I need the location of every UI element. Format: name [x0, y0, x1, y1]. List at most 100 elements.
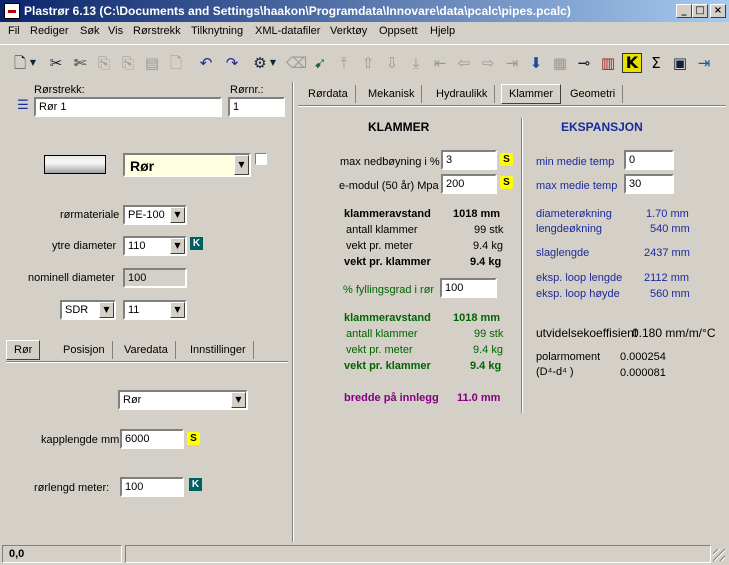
tab-innstillinger[interactable]: Innstillinger [183, 341, 254, 359]
menu-hjelp[interactable]: Hjelp [430, 25, 455, 37]
arrow-first-icon[interactable]: ⇤ [430, 53, 450, 73]
eraser-icon[interactable]: ⌫ [286, 53, 307, 73]
utvidelse-label: utvidelsekoeffisient [536, 326, 638, 340]
paste-icon[interactable]: ⎘ [118, 53, 138, 73]
list-icon[interactable]: ☰ [14, 96, 32, 116]
exit-icon[interactable]: ⇥ [694, 53, 714, 73]
bredde-innlegg-label: bredde på innlegg [344, 392, 439, 404]
new-dropdown-icon[interactable]: ▼ [28, 53, 38, 73]
sdr-value: 11 [128, 304, 140, 316]
tab-geometri[interactable]: Geometri [563, 85, 624, 103]
new-file-icon[interactable]: 🗋 [10, 53, 30, 73]
type-checkbox[interactable] [255, 153, 267, 165]
menu-sok[interactable]: Søk [80, 25, 100, 37]
resize-grip-icon[interactable] [713, 549, 725, 561]
emodul-input[interactable]: 200 [441, 174, 497, 194]
report-icon[interactable]: ▥ [598, 53, 618, 73]
menu-verktoy[interactable]: Verktøy [330, 25, 367, 37]
menu-bar: Fil Rediger Søk Vis Rørstrekk Tilknytnin… [0, 22, 729, 42]
sub-type-select[interactable]: Rør ▼ [118, 390, 248, 410]
rorlengde-input[interactable]: 100 [120, 477, 184, 497]
menu-rorstrekk[interactable]: Rørstrekk [133, 25, 181, 37]
tab-hydraulikk[interactable]: Hydraulikk [429, 85, 496, 103]
calc-table-icon[interactable]: ▦ [550, 53, 570, 73]
title-bar: Plastrør 6.13 (C:\Documents and Settings… [0, 0, 729, 22]
rornr-input[interactable]: 1 [228, 97, 285, 117]
sdr-select[interactable]: SDR ▼ [60, 300, 116, 320]
sdr-label: SDR [65, 304, 89, 316]
tab-ror[interactable]: Rør [6, 340, 41, 360]
menu-xml-datafiler[interactable]: XML-datafiler [255, 25, 320, 37]
import-icon[interactable]: ⬇ [526, 53, 546, 73]
pipe-tool-icon[interactable]: ⊸ [574, 53, 594, 73]
sigma-icon[interactable]: Σ [646, 53, 666, 73]
kapplengde-label: kapplengde mm: [41, 434, 123, 446]
max-temp-input[interactable]: 30 [624, 174, 674, 194]
copy-icon[interactable]: ⎘ [94, 53, 114, 73]
rormateriale-select[interactable]: PE-100 ▼ [123, 205, 187, 225]
fyllingsgrad-label: % fyllingsgrad i rør [343, 284, 435, 296]
arrow-right-icon[interactable]: ⇨ [478, 53, 498, 73]
arrow-top-icon[interactable]: ⤒ [334, 53, 354, 73]
klammeravstand-label: klammeravstand [344, 208, 431, 220]
arrow-last-icon[interactable]: ⇥ [502, 53, 522, 73]
vekt-klammer-label: vekt pr. klammer [344, 256, 431, 268]
minimize-button[interactable]: _ [676, 4, 692, 18]
max-nedboyning-input[interactable]: 3 [441, 150, 497, 170]
ytre-diameter-select[interactable]: 110 ▼ [123, 236, 187, 256]
tab-varedata[interactable]: Varedata [117, 341, 176, 359]
close-button[interactable]: × [710, 4, 726, 18]
s-badge-icon[interactable]: S [500, 153, 513, 166]
menu-fil[interactable]: Fil [8, 25, 20, 37]
tab-klammer[interactable]: Klammer [501, 84, 562, 104]
tab-mekanisk[interactable]: Mekanisk [361, 85, 423, 103]
vekt-meter-fylt-label: vekt pr. meter [346, 344, 413, 356]
calculator-icon[interactable]: ▣ [670, 53, 690, 73]
s-badge-icon[interactable]: S [500, 176, 513, 189]
rorlengde-label: rørlengd meter: [34, 482, 110, 494]
menu-rediger[interactable]: Rediger [30, 25, 69, 37]
arrow-bottom-icon[interactable]: ⤓ [406, 53, 426, 73]
app-icon [4, 3, 20, 19]
page-icon[interactable]: 🗋 [166, 53, 186, 73]
vekt-meter-label: vekt pr. meter [346, 240, 413, 252]
delete-pipe-icon[interactable]: ✂ [46, 53, 66, 73]
k-badge-icon[interactable]: K [190, 237, 203, 250]
element-type-select[interactable]: Rør ▼ [123, 153, 251, 177]
panel-splitter[interactable] [292, 82, 294, 542]
antall-klammer-label: antall klammer [346, 224, 418, 236]
sdr-value-select[interactable]: 11 ▼ [123, 300, 187, 320]
min-temp-input[interactable]: 0 [624, 150, 674, 170]
arrow-down-icon[interactable]: ⇩ [382, 53, 402, 73]
arrow-left-icon[interactable]: ⇦ [454, 53, 474, 73]
undo-icon[interactable]: ↶ [196, 53, 216, 73]
window-title: Plastrør 6.13 (C:\Documents and Settings… [24, 4, 571, 18]
fyllingsgrad-input[interactable]: 100 [440, 278, 497, 298]
k-badge-icon[interactable]: K [189, 478, 202, 491]
settings-dropdown-icon[interactable]: ▼ [268, 53, 278, 73]
pointer-icon[interactable]: ➹ [310, 53, 330, 73]
chevron-down-icon: ▼ [170, 302, 185, 318]
rorstrekk-input[interactable]: Rør 1 [34, 97, 222, 117]
s-badge-icon[interactable]: S [187, 432, 200, 445]
tab-posisjon[interactable]: Posisjon [56, 341, 113, 359]
cut-icon[interactable]: ✄ [70, 53, 90, 73]
menu-vis[interactable]: Vis [108, 25, 123, 37]
chevron-down-icon: ▼ [234, 155, 249, 175]
arrow-up-icon[interactable]: ⇧ [358, 53, 378, 73]
menu-oppsett[interactable]: Oppsett [379, 25, 418, 37]
tab-rordata[interactable]: Rørdata [301, 85, 356, 103]
kapplengde-input[interactable]: 6000 [120, 429, 184, 449]
redo-icon[interactable]: ↷ [222, 53, 242, 73]
sub-type-value: Rør [123, 394, 142, 406]
maximize-button[interactable]: □ [692, 4, 708, 18]
status-message [125, 545, 711, 563]
k-icon[interactable]: K [622, 53, 642, 73]
menu-tilknytning[interactable]: Tilknytning [191, 25, 243, 37]
element-type-value: Rør [130, 158, 155, 174]
settings-icon[interactable]: ⚙ [250, 53, 270, 73]
pipe-image [44, 155, 106, 174]
clipboard-icon[interactable]: ▤ [142, 53, 162, 73]
antall-klammer-fylt-value: 99 stk [474, 328, 504, 340]
ekspansjon-heading: EKSPANSJON [561, 120, 643, 134]
